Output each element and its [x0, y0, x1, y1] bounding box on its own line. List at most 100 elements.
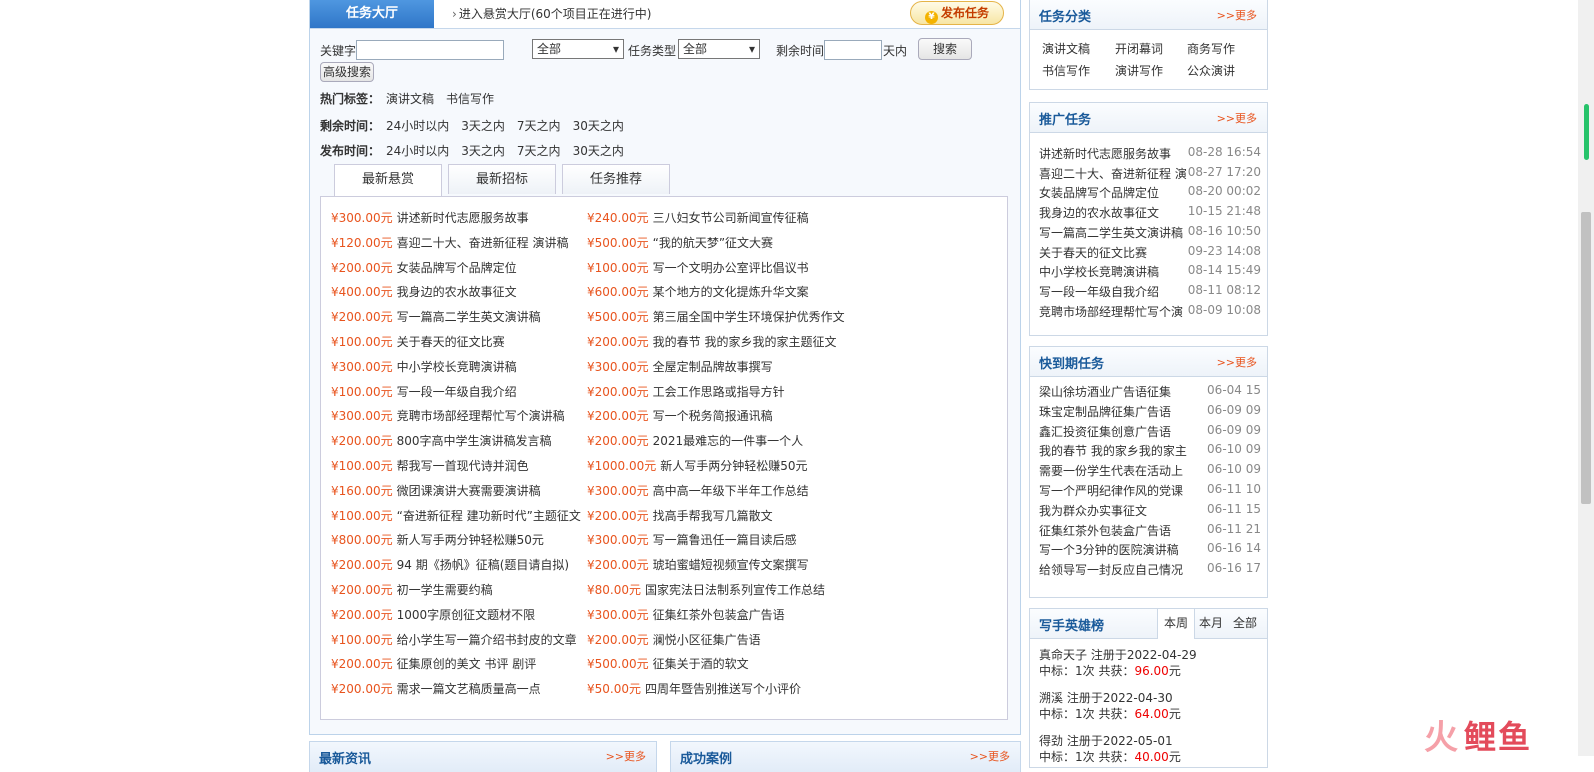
- search-button[interactable]: 搜索: [918, 38, 972, 60]
- task-item[interactable]: ¥100.00元 “奋进新征程 建功新时代”主题征文: [331, 507, 581, 527]
- filter-option[interactable]: 7天之内: [517, 142, 561, 159]
- task-title-link[interactable]: 我身边的农水故事征文: [397, 285, 517, 299]
- task-item[interactable]: ¥200.00元 1000字原创征文题材不限: [331, 606, 535, 626]
- filter-option[interactable]: 24小时以内: [386, 142, 449, 159]
- task-item[interactable]: ¥300.00元 中小学校长竞聘演讲稿: [331, 358, 517, 378]
- tab-latest-tender[interactable]: 最新招标: [448, 164, 556, 194]
- task-title-link[interactable]: 新人写手两分钟轻松赚50元: [397, 533, 544, 547]
- side-list-item[interactable]: 征集红茶外包装盒广告语 06-11 21: [1039, 522, 1261, 542]
- task-title-link[interactable]: 写一篇高二学生英文演讲稿: [397, 310, 541, 324]
- remaining-days-input[interactable]: [824, 40, 882, 60]
- task-item[interactable]: ¥300.00元 竞聘市场部经理帮忙写个演讲稿: [331, 407, 565, 427]
- task-item[interactable]: ¥600.00元 某个地方的文化提炼升华文案: [587, 283, 809, 303]
- scrollbar-thumb[interactable]: [1581, 212, 1591, 504]
- enter-bounty-hall-link[interactable]: 进入悬赏大厅(60个项目正在进行中): [452, 0, 652, 28]
- task-title-link[interactable]: 喜迎二十大、奋进新征程 演讲稿: [397, 236, 569, 250]
- task-item[interactable]: ¥200.00元 女装品牌写个品牌定位: [331, 259, 517, 279]
- task-title-link[interactable]: 给小学生写一篇介绍书封皮的文章: [397, 633, 577, 647]
- side-list-item[interactable]: 需要一份学生代表在活动上 06-10 09: [1039, 462, 1261, 482]
- task-item[interactable]: ¥160.00元 微团课演讲大赛需要演讲稿: [331, 482, 541, 502]
- task-title-link[interactable]: 关于春天的征文比赛: [397, 335, 505, 349]
- filter-option[interactable]: 书信写作: [446, 90, 494, 107]
- task-item[interactable]: ¥200.00元 2021最难忘的一件事一个人: [587, 432, 803, 452]
- task-title-link[interactable]: 帮我写一首现代诗并润色: [397, 459, 529, 473]
- task-item[interactable]: ¥200.00元 我的春节 我的家乡我的家主题征文: [587, 333, 836, 353]
- category-link[interactable]: 演讲写作: [1115, 62, 1163, 79]
- filter-option[interactable]: 3天之内: [461, 142, 505, 159]
- side-list-item[interactable]: 我为群众办实事征文 06-11 15: [1039, 502, 1261, 522]
- category-link[interactable]: 商务写作: [1187, 40, 1235, 57]
- side-item-title[interactable]: 中小学校长竞聘演讲稿: [1039, 263, 1187, 280]
- task-item[interactable]: ¥500.00元 “我的航天梦”征文大赛: [587, 234, 773, 254]
- task-title-link[interactable]: 94 期《扬帆》征稿(题目请自拟): [397, 558, 569, 572]
- task-item[interactable]: ¥200.00元 澜悦小区征集广告语: [587, 631, 761, 651]
- news-more-link[interactable]: >>更多: [606, 748, 646, 764]
- hero-tab-week[interactable]: 本周: [1157, 609, 1195, 639]
- task-item[interactable]: ¥200.00元 800字高中学生演讲稿发言稿: [331, 432, 552, 452]
- category-link[interactable]: 开闭幕词: [1115, 40, 1163, 57]
- side-list-item[interactable]: 写一个严明纪律作风的党课 06-11 10: [1039, 482, 1261, 502]
- task-item[interactable]: ¥100.00元 写一个文明办公室评比倡议书: [587, 259, 809, 279]
- task-title-link[interactable]: 琥珀蜜蜡短视频宣传文案撰写: [653, 558, 809, 572]
- side-item-title[interactable]: 喜迎二十大、奋进新征程 演: [1039, 165, 1187, 182]
- hero-name[interactable]: 真命天子: [1039, 648, 1087, 662]
- task-item[interactable]: ¥500.00元 第三届全国中学生环境保护优秀作文: [587, 308, 845, 328]
- task-item[interactable]: ¥300.00元 讲述新时代志愿服务故事: [331, 209, 529, 229]
- task-item[interactable]: ¥200.00元 琥珀蜜蜡短视频宣传文案撰写: [587, 556, 809, 576]
- side-list-item[interactable]: 中小学校长竞聘演讲稿 08-14 15:49: [1039, 263, 1261, 283]
- side-item-title[interactable]: 女装品牌写个品牌定位: [1039, 184, 1187, 201]
- expiring-more-link[interactable]: >>更多: [1217, 354, 1257, 370]
- task-title-link[interactable]: 800字高中学生演讲稿发言稿: [397, 434, 552, 448]
- task-title-link[interactable]: 找高手帮我写几篇散文: [653, 509, 773, 523]
- side-item-title[interactable]: 我的春节 我的家乡我的家主: [1039, 442, 1187, 459]
- task-item[interactable]: ¥200.00元 写一个税务简报通讯稿: [587, 407, 773, 427]
- side-list-item[interactable]: 我的春节 我的家乡我的家主 06-10 09: [1039, 442, 1261, 462]
- tab-recommended[interactable]: 任务推荐: [562, 164, 670, 194]
- filter-option[interactable]: 演讲文稿: [386, 90, 434, 107]
- side-list-item[interactable]: 喜迎二十大、奋进新征程 演 08-27 17:20: [1039, 165, 1261, 185]
- task-item[interactable]: ¥300.00元 全屋定制品牌故事撰写: [587, 358, 773, 378]
- task-item[interactable]: ¥100.00元 帮我写一首现代诗并润色: [331, 457, 529, 477]
- side-list-item[interactable]: 鑫汇投资征集创意广告语 06-09 09: [1039, 423, 1261, 443]
- hero-name[interactable]: 得劲: [1039, 734, 1063, 748]
- side-item-title[interactable]: 我身边的农水故事征文: [1039, 204, 1187, 221]
- task-title-link[interactable]: 某个地方的文化提炼升华文案: [653, 285, 809, 299]
- task-hall-tab[interactable]: 任务大厅: [310, 0, 434, 28]
- side-list-item[interactable]: 珠宝定制品牌征集广告语 06-09 09: [1039, 403, 1261, 423]
- side-item-title[interactable]: 征集红茶外包装盒广告语: [1039, 522, 1187, 539]
- task-title-link[interactable]: 全屋定制品牌故事撰写: [653, 360, 773, 374]
- task-title-link[interactable]: 写一段一年级自我介绍: [397, 385, 517, 399]
- task-item[interactable]: ¥200.00元 找高手帮我写几篇散文: [587, 507, 773, 527]
- task-title-link[interactable]: “奋进新征程 建功新时代”主题征文: [397, 509, 581, 523]
- task-title-link[interactable]: 讲述新时代志愿服务故事: [397, 211, 529, 225]
- task-title-link[interactable]: 第三届全国中学生环境保护优秀作文: [653, 310, 845, 324]
- task-title-link[interactable]: 初一学生需要约稿: [397, 583, 493, 597]
- task-title-link[interactable]: “我的航天梦”征文大赛: [653, 236, 773, 250]
- task-item[interactable]: ¥500.00元 征集关于酒的软文: [587, 655, 749, 675]
- task-type-select[interactable]: 全部: [678, 39, 760, 59]
- keyword-input[interactable]: [356, 40, 504, 60]
- task-title-link[interactable]: 写一篇鲁迅任一篇目读后感: [653, 533, 797, 547]
- task-title-link[interactable]: 1000字原创征文题材不限: [397, 608, 536, 622]
- category-link[interactable]: 公众演讲: [1187, 62, 1235, 79]
- task-title-link[interactable]: 征集红茶外包装盒广告语: [653, 608, 785, 622]
- tab-latest-bounty[interactable]: 最新悬赏: [334, 164, 442, 196]
- filter-option[interactable]: 7天之内: [517, 117, 561, 134]
- task-item[interactable]: ¥240.00元 三八妇女节公司新闻宣传征稿: [587, 209, 809, 229]
- side-list-item[interactable]: 写一篇高二学生英文演讲稿 08-16 10:50: [1039, 224, 1261, 244]
- side-item-title[interactable]: 需要一份学生代表在活动上: [1039, 462, 1187, 479]
- task-item[interactable]: ¥120.00元 喜迎二十大、奋进新征程 演讲稿: [331, 234, 568, 254]
- page-scrollbar[interactable]: [1578, 0, 1594, 756]
- side-item-title[interactable]: 给领导写一封反应自己情况: [1039, 561, 1187, 578]
- task-item[interactable]: ¥200.00元 征集原创的美文 书评 剧评: [331, 655, 536, 675]
- task-title-link[interactable]: 征集原创的美文 书评 剧评: [397, 657, 537, 671]
- task-title-link[interactable]: 四周年暨告别推送写个小评价: [645, 682, 801, 696]
- task-item[interactable]: ¥200.00元 写一篇高二学生英文演讲稿: [331, 308, 541, 328]
- filter-option[interactable]: 30天之内: [573, 117, 624, 134]
- task-title-link[interactable]: 中小学校长竞聘演讲稿: [397, 360, 517, 374]
- category-link[interactable]: 演讲文稿: [1042, 40, 1090, 57]
- filter-option[interactable]: 24小时以内: [386, 117, 449, 134]
- side-item-title[interactable]: 写一篇高二学生英文演讲稿: [1039, 224, 1187, 241]
- task-title-link[interactable]: 需求一篇文艺稿质量高一点: [397, 682, 541, 696]
- side-item-title[interactable]: 关于春天的征文比赛: [1039, 244, 1187, 261]
